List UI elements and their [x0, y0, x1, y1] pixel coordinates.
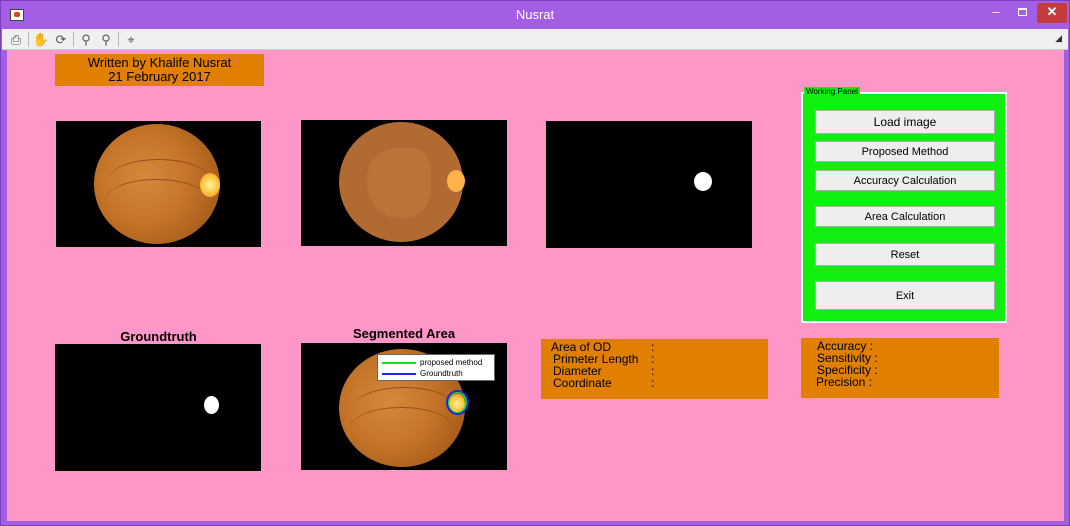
precision-row: Precision : — [816, 376, 998, 388]
accuracy-calculation-button[interactable]: Accuracy Calculation — [815, 170, 995, 191]
precision-label: Precision : — [816, 375, 873, 389]
coordinate-row: Coordinate : — [551, 377, 768, 389]
credit-author: Written by Khalife Nusrat — [87, 55, 232, 70]
working-panel: Working Panel Load image Proposed Method… — [801, 87, 1007, 323]
coordinate-label: Coordinate — [553, 376, 612, 390]
legend-label: Groundtruth — [420, 369, 463, 378]
data-cursor-icon[interactable]: ⌖ — [122, 31, 140, 48]
processed-image-axes — [301, 120, 507, 246]
original-image-axes — [56, 121, 261, 247]
od-info-box: Area of OD : Primeter Length : Diameter … — [541, 339, 768, 399]
toolbar-separator — [118, 32, 119, 47]
legend: proposed method Groundtruth — [377, 354, 495, 381]
minimize-button[interactable]: – — [983, 3, 1009, 23]
toolbar-separator — [73, 32, 74, 47]
app-window: Nusrat – ✕ ⎙ ✋ ⟳ ⚲ ⚲ ⌖ ◢ Written by Khal… — [0, 0, 1070, 526]
legend-label: proposed method — [420, 358, 483, 367]
optic-disc-mask — [694, 172, 712, 191]
figure-toolbar: ⎙ ✋ ⟳ ⚲ ⚲ ⌖ ◢ — [2, 29, 1068, 50]
processed-fundus — [339, 122, 465, 242]
processed-region — [367, 148, 431, 218]
metrics-box: Accuracy : Sensitivity : Specificity : P… — [801, 338, 999, 398]
coordinate-sep: : — [651, 376, 655, 390]
zoom-out-icon[interactable]: ⚲ — [97, 31, 115, 48]
pan-icon[interactable]: ✋ — [32, 31, 50, 48]
reset-button[interactable]: Reset — [815, 243, 995, 266]
print-icon[interactable]: ⎙ — [7, 31, 25, 48]
close-button[interactable]: ✕ — [1037, 3, 1067, 23]
figure-canvas: Written by Khalife Nusrat 21 February 20… — [7, 50, 1064, 521]
credit-date: 21 February 2017 — [108, 69, 211, 84]
toolbar-overflow-icon[interactable]: ◢ — [1055, 33, 1062, 44]
load-image-button[interactable]: Load image — [815, 110, 995, 134]
groundtruth-image-axes — [55, 344, 261, 471]
maximize-button[interactable] — [1009, 3, 1035, 23]
optic-disc — [200, 173, 220, 197]
optic-disc — [447, 170, 465, 192]
maximize-icon — [1017, 8, 1027, 16]
fundus-image — [94, 124, 220, 244]
title-bar[interactable]: Nusrat – ✕ — [1, 1, 1069, 29]
area-calculation-button[interactable]: Area Calculation — [815, 206, 995, 227]
segmentation-mask-axes — [546, 121, 752, 248]
toolbar-separator — [28, 32, 29, 47]
segmented-area-axes: proposed method Groundtruth — [301, 343, 507, 470]
zoom-in-icon[interactable]: ⚲ — [77, 31, 95, 48]
segmented-area-caption: Segmented Area — [352, 326, 456, 341]
legend-swatch — [382, 373, 416, 375]
window-title: Nusrat — [515, 7, 555, 22]
working-panel-title: Working Panel — [804, 87, 860, 97]
retinal-vessel — [104, 179, 209, 224]
author-credit: Written by Khalife Nusrat 21 February 20… — [55, 54, 264, 86]
exit-button[interactable]: Exit — [815, 281, 995, 310]
legend-swatch — [382, 362, 416, 364]
rotate-3d-icon[interactable]: ⟳ — [52, 31, 70, 48]
proposed-method-button[interactable]: Proposed Method — [815, 141, 995, 162]
groundtruth-boundary — [446, 390, 469, 415]
groundtruth-caption: Groundtruth — [120, 329, 197, 344]
retinal-vessel — [349, 407, 454, 452]
groundtruth-mask — [204, 396, 219, 414]
